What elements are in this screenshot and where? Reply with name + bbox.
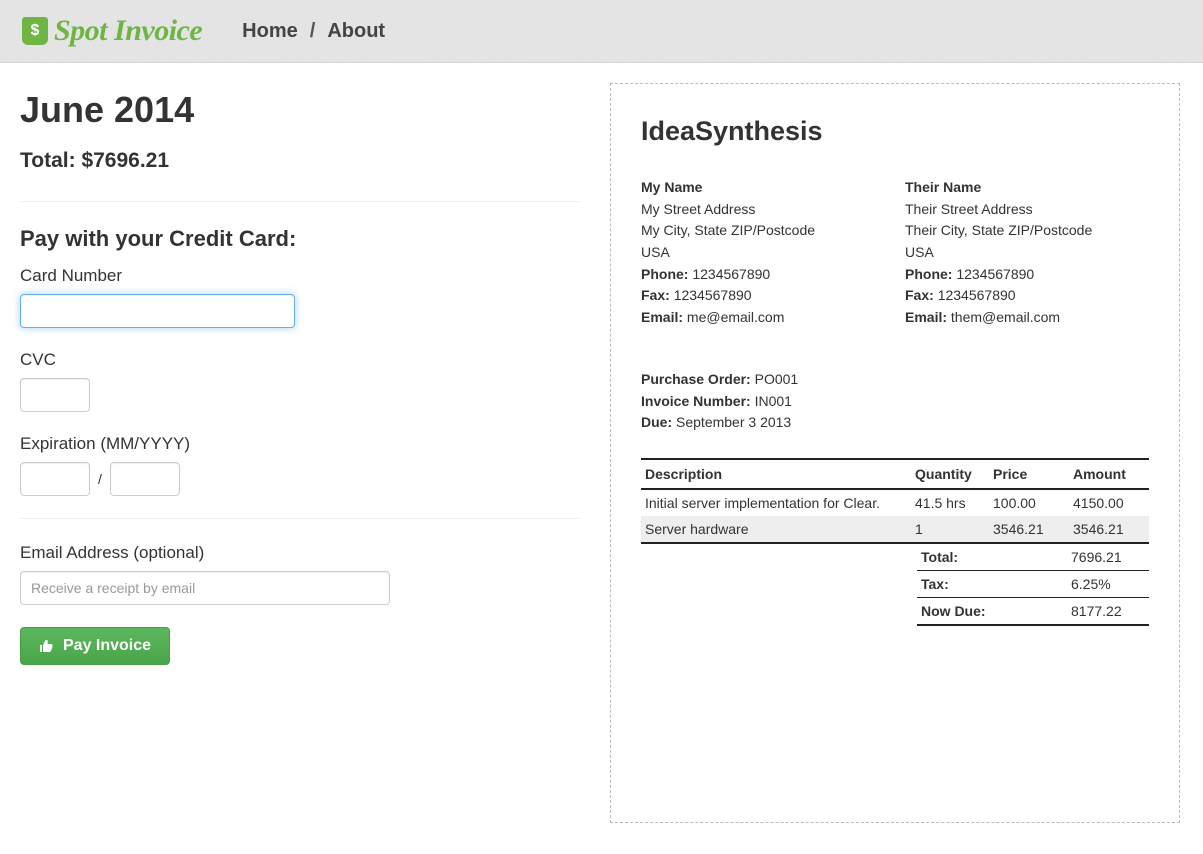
- invoice-preview: IdeaSynthesis My Name My Street Address …: [610, 83, 1180, 823]
- company-name: IdeaSynthesis: [641, 116, 1149, 147]
- exp-month-input[interactable]: [20, 462, 90, 496]
- table-row: Initial server implementation for Clear.…: [641, 489, 1149, 516]
- col-price: Price: [989, 459, 1069, 489]
- top-nav: $ Spot Invoice Home / About: [0, 0, 1203, 63]
- expiration-label: Expiration (MM/YYYY): [20, 434, 580, 454]
- cvc-input[interactable]: [20, 378, 90, 412]
- nav-links: Home / About: [242, 20, 385, 43]
- col-description: Description: [641, 459, 911, 489]
- invoice-meta: Purchase Order: PO001 Invoice Number: IN…: [641, 369, 1149, 434]
- line-items-table: Description Quantity Price Amount Initia…: [641, 458, 1149, 544]
- col-quantity: Quantity: [911, 459, 989, 489]
- logo[interactable]: $ Spot Invoice: [22, 14, 202, 48]
- thumbs-up-icon: [39, 638, 55, 654]
- payment-panel: June 2014 Total: $7696.21 Pay with your …: [20, 83, 580, 823]
- email-label: Email Address (optional): [20, 543, 580, 563]
- totals-table: Total:7696.21 Tax:6.25% Now Due:8177.22: [917, 544, 1149, 626]
- nav-about[interactable]: About: [327, 20, 385, 43]
- exp-year-input[interactable]: [110, 462, 180, 496]
- pay-invoice-button[interactable]: Pay Invoice: [20, 627, 170, 665]
- col-amount: Amount: [1069, 459, 1149, 489]
- table-row: Server hardware 1 3546.21 3546.21: [641, 516, 1149, 543]
- to-address: Their Name Their Street Address Their Ci…: [905, 177, 1149, 329]
- total-line: Total: $7696.21: [20, 149, 580, 173]
- cvc-label: CVC: [20, 350, 580, 370]
- card-number-input[interactable]: [20, 294, 295, 328]
- email-input[interactable]: [20, 571, 390, 605]
- pay-heading: Pay with your Credit Card:: [20, 226, 580, 252]
- divider: [20, 201, 580, 202]
- card-number-label: Card Number: [20, 266, 580, 286]
- nav-home[interactable]: Home: [242, 20, 298, 43]
- page-title: June 2014: [20, 89, 580, 131]
- divider: [20, 518, 580, 519]
- logo-mark-icon: $: [22, 17, 48, 45]
- from-address: My Name My Street Address My City, State…: [641, 177, 885, 329]
- nav-separator: /: [310, 20, 316, 43]
- exp-separator: /: [98, 471, 102, 487]
- logo-text: Spot Invoice: [54, 14, 202, 48]
